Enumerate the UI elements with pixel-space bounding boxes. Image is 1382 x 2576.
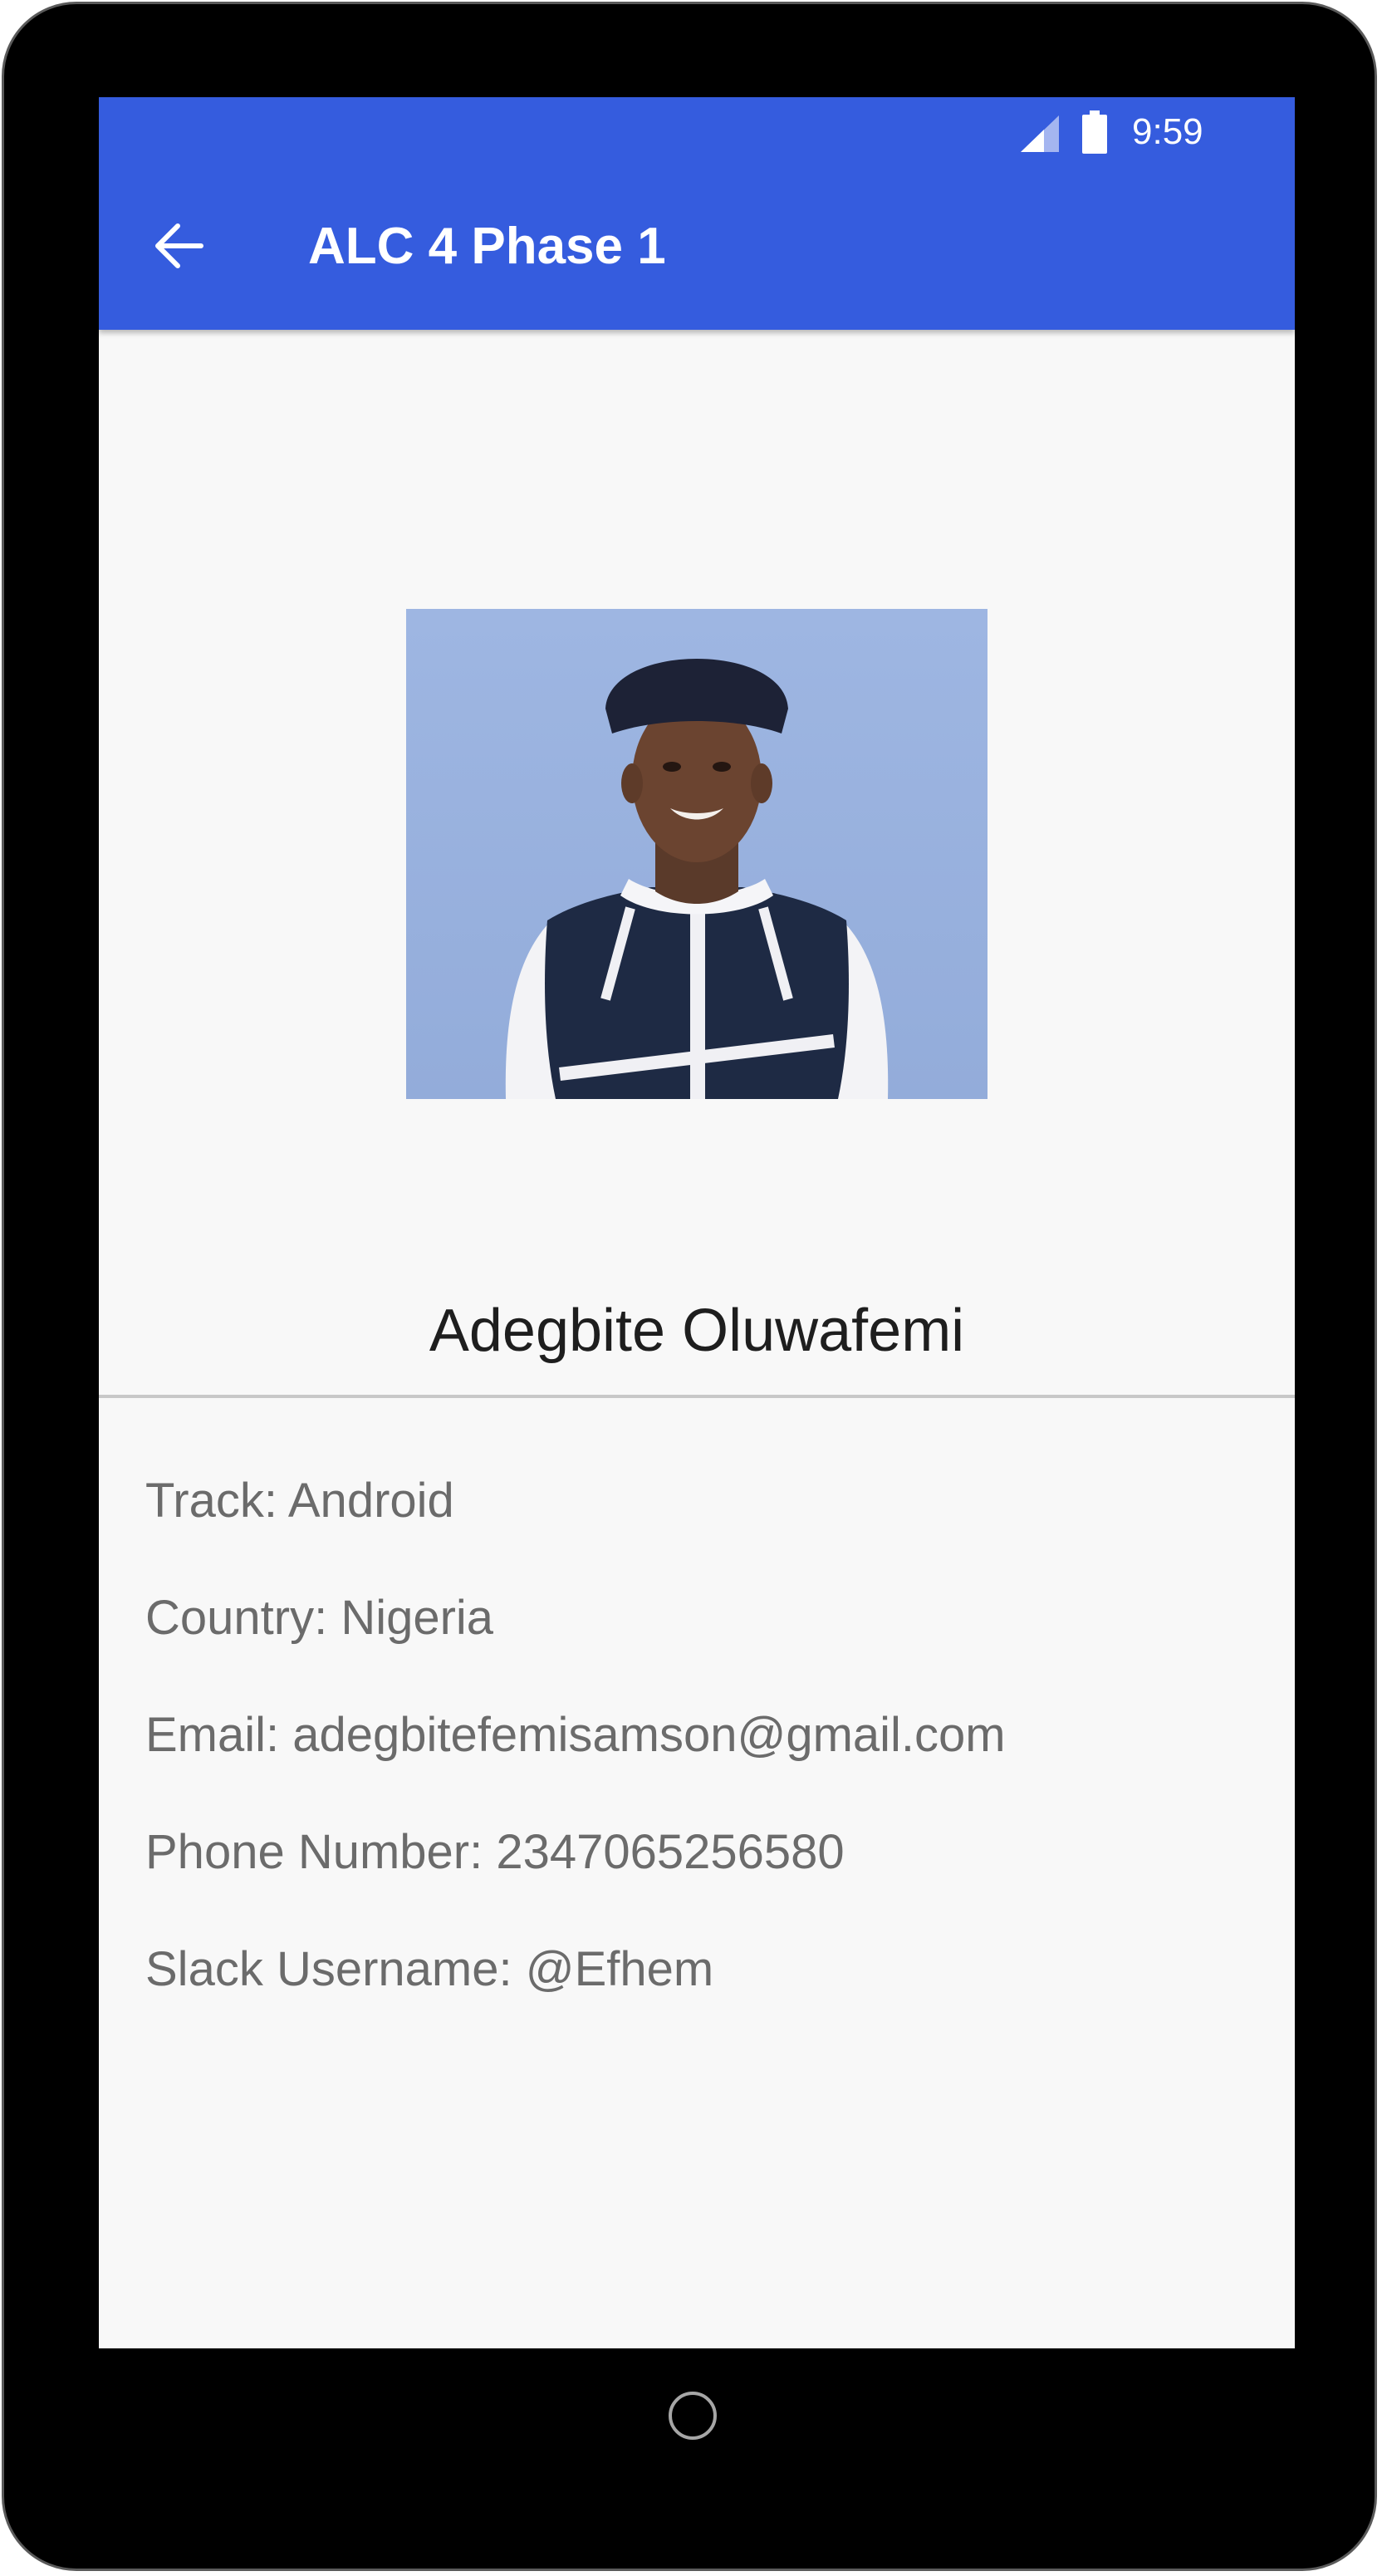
detail-country: Country: Nigeria — [145, 1591, 494, 1645]
detail-email: Email: adegbitefemisamson@gmail.com — [145, 1708, 1006, 1762]
app-screen: 9:59 ALC 4 Phase 1 Adegbite Oluwafemi Tr… — [99, 97, 1295, 2348]
arrow-back-icon — [155, 223, 203, 268]
detail-phone: Phone Number: 2347065256580 — [145, 1825, 845, 1879]
page-title: ALC 4 Phase 1 — [308, 218, 666, 275]
status-bar: 9:59 — [99, 97, 1295, 167]
battery-icon — [1082, 110, 1107, 154]
detail-slack-username: Slack Username: @Efhem — [145, 1942, 714, 1996]
toolbar: ALC 4 Phase 1 — [99, 167, 1295, 330]
app-bar: 9:59 ALC 4 Phase 1 — [99, 97, 1295, 330]
back-button[interactable] — [132, 200, 223, 292]
profile-photo — [406, 609, 987, 1099]
detail-track: Track: Android — [145, 1474, 454, 1528]
home-button[interactable] — [669, 2392, 717, 2440]
person-portrait-image — [406, 609, 987, 1099]
status-time: 9:59 — [1132, 111, 1203, 152]
profile-details-list: Track: Android Country: Nigeria Email: a… — [145, 1468, 1275, 2053]
divider — [99, 1395, 1295, 1398]
device-frame: 9:59 ALC 4 Phase 1 Adegbite Oluwafemi Tr… — [2, 2, 1377, 2571]
profile-name: Adegbite Oluwafemi — [429, 1298, 965, 1364]
cellular-signal-icon — [1021, 115, 1059, 152]
